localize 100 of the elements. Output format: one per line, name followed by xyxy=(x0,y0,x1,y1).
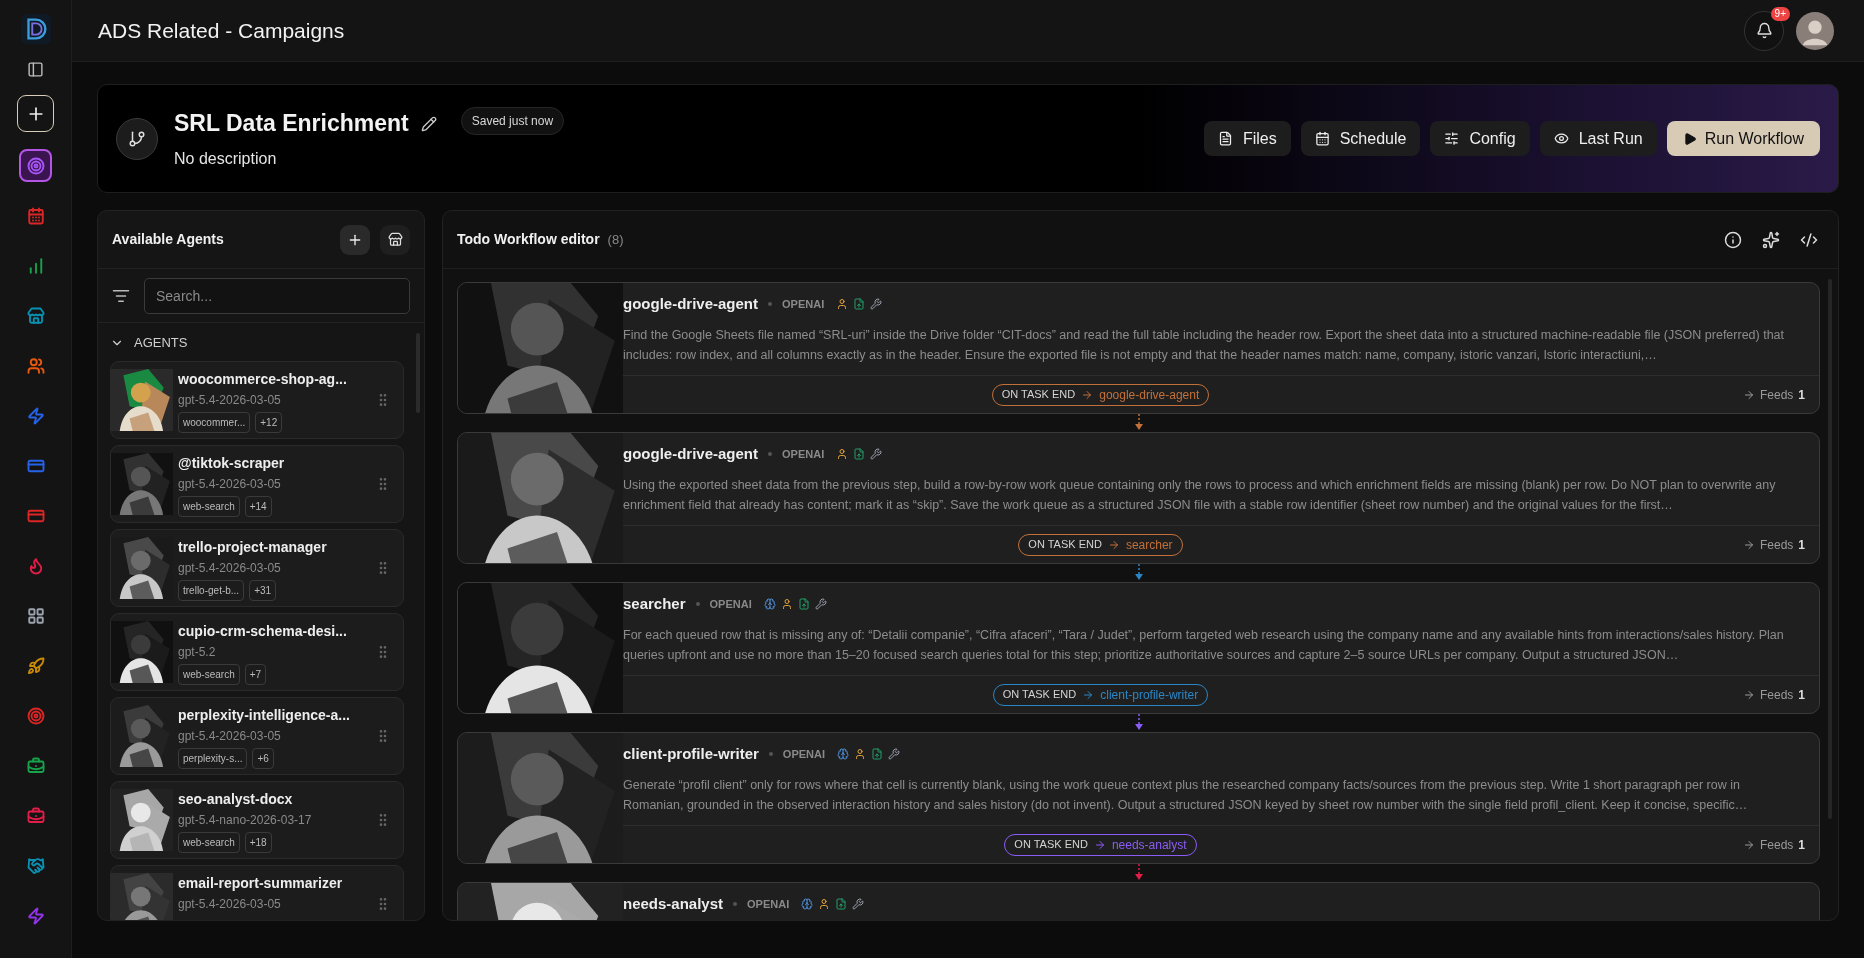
step-card[interactable]: needs-analyst OPENAI xyxy=(457,882,1820,920)
tool-tag: woocommer... xyxy=(178,411,251,433)
target-name: client-profile-writer xyxy=(1100,686,1199,704)
agent-card[interactable]: seo-analyst-docx gpt-5.4-nano-2026-03-17 web-search +18 xyxy=(110,780,404,859)
add-button[interactable] xyxy=(17,95,54,132)
more-count: +7 xyxy=(244,663,267,685)
trigger-badge[interactable]: ON TASK END needs-analyst xyxy=(1004,833,1197,856)
wrench-icon xyxy=(870,298,883,311)
agent-card[interactable]: trello-project-manager gpt-5.4-2026-03-05 trello-get-b... +31 xyxy=(110,528,404,607)
trigger-badge[interactable]: ON TASK END google-drive-agent xyxy=(991,383,1210,406)
more-count: +14 xyxy=(244,495,272,517)
eye-icon xyxy=(1553,131,1569,146)
agent-card[interactable]: woocommerce-shop-ag... gpt-5.4-2026-03-05 woocommer... +12 xyxy=(110,360,404,439)
agent-card[interactable]: @tiktok-scraper gpt-5.4-2026-03-05 web-search +14 xyxy=(110,444,404,523)
target-name: searcher xyxy=(1125,536,1173,554)
user-icon xyxy=(818,898,831,911)
brain-icon xyxy=(801,898,814,911)
toolbar-button[interactable]: Schedule xyxy=(1300,121,1421,156)
add-agent-button[interactable] xyxy=(340,224,370,255)
step-name: needs-analyst xyxy=(623,894,724,914)
arrow-icon xyxy=(1742,538,1755,551)
step-card[interactable] xyxy=(457,432,1820,564)
arrow-icon xyxy=(1107,538,1120,551)
notification-badge: 9+ xyxy=(1770,6,1790,21)
arrow-icon xyxy=(1082,688,1095,701)
notifications-button[interactable] xyxy=(1744,10,1784,51)
agent-model: gpt-5.4-nano-2026-03-17 xyxy=(178,811,313,829)
user-icon xyxy=(854,748,867,761)
more-count: +12 xyxy=(255,411,283,433)
agent-card[interactable]: email-report-summarizer gpt-5.4-2026-03-05 xyxy=(110,864,404,920)
workflow-title: SRL Data Enrichment xyxy=(174,109,409,139)
agent-name: perplexity-intelligence-a... xyxy=(178,705,351,725)
brain-icon xyxy=(763,598,776,611)
wrench-icon xyxy=(814,598,827,611)
user-avatar[interactable] xyxy=(1796,11,1834,50)
feeds-count: 1 xyxy=(1798,536,1805,554)
more-count: +18 xyxy=(244,831,272,853)
step-description: For each queued row that is missing any of: “Detalii companie”, “Cifra afaceri”, “Tara / Judet”, perform targeted web research using the company name and any available hints from interactions/sales history. Plan queries upfront and use no more than 15–20 focused search queries total for this step; prioritize authoritative sources and capture 2–5 source URLs per company. Output a structured JSON… xyxy=(623,626,1785,664)
agent-name: woocommerce-shop-ag... xyxy=(178,369,348,389)
feeds-count: 1 xyxy=(1798,686,1805,704)
provider-label: OPENAI xyxy=(782,747,826,762)
sliders-icon xyxy=(1444,131,1460,146)
calendar-icon xyxy=(1314,131,1330,146)
bell-icon xyxy=(1755,22,1773,39)
agent-model: gpt-5.2 xyxy=(178,643,217,661)
tool-tag: web-search xyxy=(178,495,240,517)
toolbar-button[interactable]: Last Run xyxy=(1539,121,1657,156)
edit-icon[interactable] xyxy=(420,115,437,132)
logo-icon[interactable] xyxy=(20,14,51,44)
agent-card[interactable]: perplexity-intelligence-a... gpt-5.4-2026-03-05 perplexity-s... +6 xyxy=(110,696,404,775)
arrow-icon xyxy=(1742,688,1755,701)
arrow-icon xyxy=(1742,388,1755,401)
tool-tag: trello-get-b... xyxy=(178,579,245,601)
step-card[interactable] xyxy=(457,732,1820,864)
editor-title: Todo Workflow editor xyxy=(457,230,600,249)
agent-model: gpt-5.4-2026-03-05 xyxy=(178,475,282,493)
file-icon xyxy=(853,298,866,311)
sparkles-icon[interactable] xyxy=(1762,230,1780,249)
section-header[interactable]: AGENTS xyxy=(110,333,404,353)
code-icon[interactable] xyxy=(1800,230,1818,249)
panel-title: Available Agents xyxy=(112,230,224,249)
agent-model: gpt-5.4-2026-03-05 xyxy=(178,895,282,913)
file-icon xyxy=(853,448,866,461)
feeds-label: Feeds xyxy=(1759,836,1794,854)
toolbar-button[interactable]: Files xyxy=(1203,121,1291,156)
trigger-badge[interactable]: ON TASK END client-profile-writer xyxy=(992,683,1209,706)
provider-label: OPENAI xyxy=(709,597,752,612)
tool-tag: web-search xyxy=(178,663,240,685)
store-button[interactable] xyxy=(380,224,410,255)
file-icon xyxy=(835,898,848,911)
provider-label: OPENAI xyxy=(782,297,825,312)
step-card[interactable] xyxy=(457,282,1820,414)
step-description: Using the exported sheet data from the previous step, build a row-by-row work queue containing only the rows to process and which enrichment fields are missing (blank) per row. Do NOT plan to overwrite any enrichment field that already has content; mark it as “skip”. Save the work queue as a structured JSON file with a stable row identifier (sheet row number) and the original values for the first… xyxy=(623,476,1777,514)
brain-icon xyxy=(837,748,850,761)
more-count: +31 xyxy=(249,579,277,601)
target-name: google-drive-agent xyxy=(1099,386,1200,404)
more-count: +6 xyxy=(252,747,274,769)
save-status: Saved just now xyxy=(460,106,565,135)
run-button[interactable]: Run Workflow xyxy=(1666,121,1820,156)
target-name: needs-analyst xyxy=(1111,836,1187,854)
agent-model: gpt-5.4-2026-03-05 xyxy=(178,391,282,409)
nav-item[interactable] xyxy=(19,149,52,182)
provider-label: OPENAI xyxy=(747,897,790,912)
user-icon xyxy=(836,448,849,461)
arrow-icon xyxy=(1742,838,1755,851)
agent-card[interactable]: cupio-crm-schema-desi... gpt-5.2 web-search +7 xyxy=(110,612,404,691)
trigger-label: ON TASK END xyxy=(1028,537,1102,553)
workflow-icon xyxy=(116,117,158,160)
page-title: ADS Related - Campaigns xyxy=(98,17,345,44)
provider-label: OPENAI xyxy=(782,447,825,462)
toolbar-button[interactable]: Config xyxy=(1430,121,1530,156)
feeds-count: 1 xyxy=(1798,836,1805,854)
sidebar-toggle-icon[interactable] xyxy=(27,61,44,78)
trigger-badge[interactable]: ON TASK END searcher xyxy=(1018,533,1183,556)
step-card[interactable] xyxy=(457,582,1820,714)
info-icon[interactable] xyxy=(1724,230,1742,249)
search-field[interactable]: Search... xyxy=(144,277,410,314)
trigger-label: ON TASK END xyxy=(1001,387,1076,403)
user-icon xyxy=(836,298,849,311)
agent-name: email-report-summarizer xyxy=(178,873,344,893)
